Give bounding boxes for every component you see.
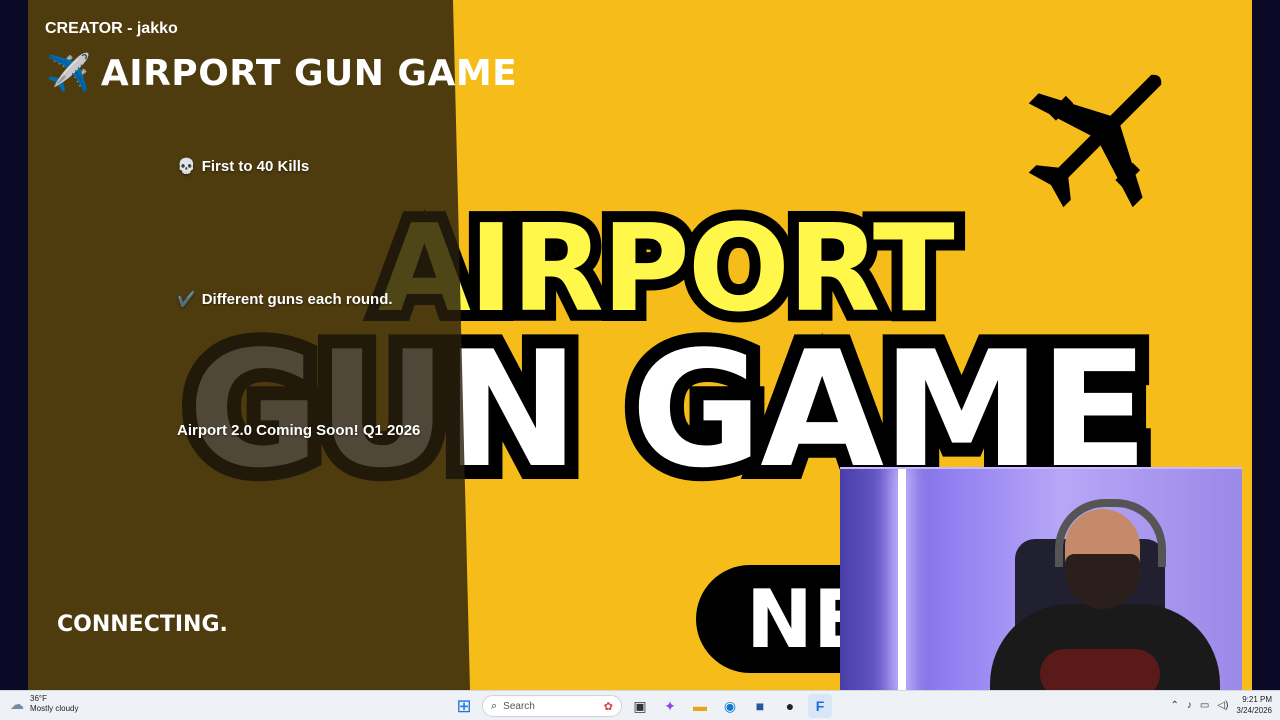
- led-light-strip: [898, 469, 906, 695]
- cloud-icon: ☁: [10, 695, 24, 712]
- shirt-graphic: [1040, 649, 1160, 695]
- game-title: AIRPORT GUN GAME: [100, 52, 518, 94]
- info-text: Different guns each round.: [201, 291, 393, 308]
- creator-label: CREATOR - jakko: [45, 20, 178, 37]
- game-title-row: ✈️ AIRPORT GUN GAME: [46, 52, 517, 94]
- clock-date: 3/24/2026: [1236, 706, 1272, 715]
- screen: CREATOR - jakko ✈️ AIRPORT GUN GAME 💀 Fir…: [0, 0, 1280, 720]
- weather-temp: 36°F: [30, 694, 47, 703]
- webcam-overlay: [840, 467, 1242, 695]
- info-text: First to 40 Kills: [201, 158, 310, 175]
- fortnite-icon[interactable]: F: [808, 694, 832, 718]
- headset: [1055, 499, 1166, 567]
- info-line-guns: ✔️ Different guns each round.: [177, 290, 393, 308]
- store-icon[interactable]: ■: [748, 694, 772, 718]
- info-text: Airport 2.0 Coming Soon! Q1 2026: [177, 422, 421, 439]
- microphone-icon[interactable]: ♪: [1187, 700, 1192, 711]
- clock-time: 9:21 PM: [1242, 695, 1272, 704]
- info-line-coming-soon: Airport 2.0 Coming Soon! Q1 2026: [177, 422, 420, 439]
- obs-icon[interactable]: ●: [778, 694, 802, 718]
- weather-widget[interactable]: ☁ 36°F Mostly cloudy: [10, 694, 78, 714]
- info-panel: [28, 0, 470, 690]
- clock[interactable]: 9:21 PM 3/24/2026: [1236, 694, 1272, 716]
- taskbar: ☁ 36°F Mostly cloudy ⊞ ⌕ Search ✿ ▣ ✦ ▬ …: [0, 690, 1280, 720]
- search-highlight-icon: ✿: [603, 700, 613, 713]
- connecting-status: CONNECTING.: [57, 612, 228, 637]
- system-tray: ⌃ ♪ ▭ ◁) 9:21 PM 3/24/2026: [1171, 694, 1272, 716]
- airplane-icon: [1028, 74, 1162, 208]
- chevron-up-icon[interactable]: ⌃: [1171, 700, 1179, 711]
- search-input[interactable]: ⌕ Search ✿: [482, 695, 622, 717]
- edge-icon[interactable]: ◉: [718, 694, 742, 718]
- monitor-icon[interactable]: ▭: [1200, 700, 1209, 711]
- weather-text: 36°F Mostly cloudy: [30, 694, 78, 714]
- airplane-emoji-icon: ✈️: [46, 52, 91, 93]
- file-explorer-icon[interactable]: ▬: [688, 694, 712, 718]
- task-view-icon[interactable]: ▣: [628, 694, 652, 718]
- info-line-kills: 💀 First to 40 Kills: [177, 157, 309, 175]
- start-icon[interactable]: ⊞: [452, 694, 476, 718]
- weather-condition: Mostly cloudy: [30, 704, 79, 713]
- volume-icon[interactable]: ◁): [1217, 700, 1228, 711]
- search-placeholder: Search: [503, 700, 535, 712]
- checkmark-icon: ✔️: [177, 291, 196, 308]
- search-icon: ⌕: [491, 699, 498, 712]
- skull-icon: 💀: [177, 158, 196, 175]
- taskbar-apps: ⊞ ⌕ Search ✿ ▣ ✦ ▬ ◉ ■ ● F: [452, 694, 832, 718]
- copilot-icon[interactable]: ✦: [658, 694, 682, 718]
